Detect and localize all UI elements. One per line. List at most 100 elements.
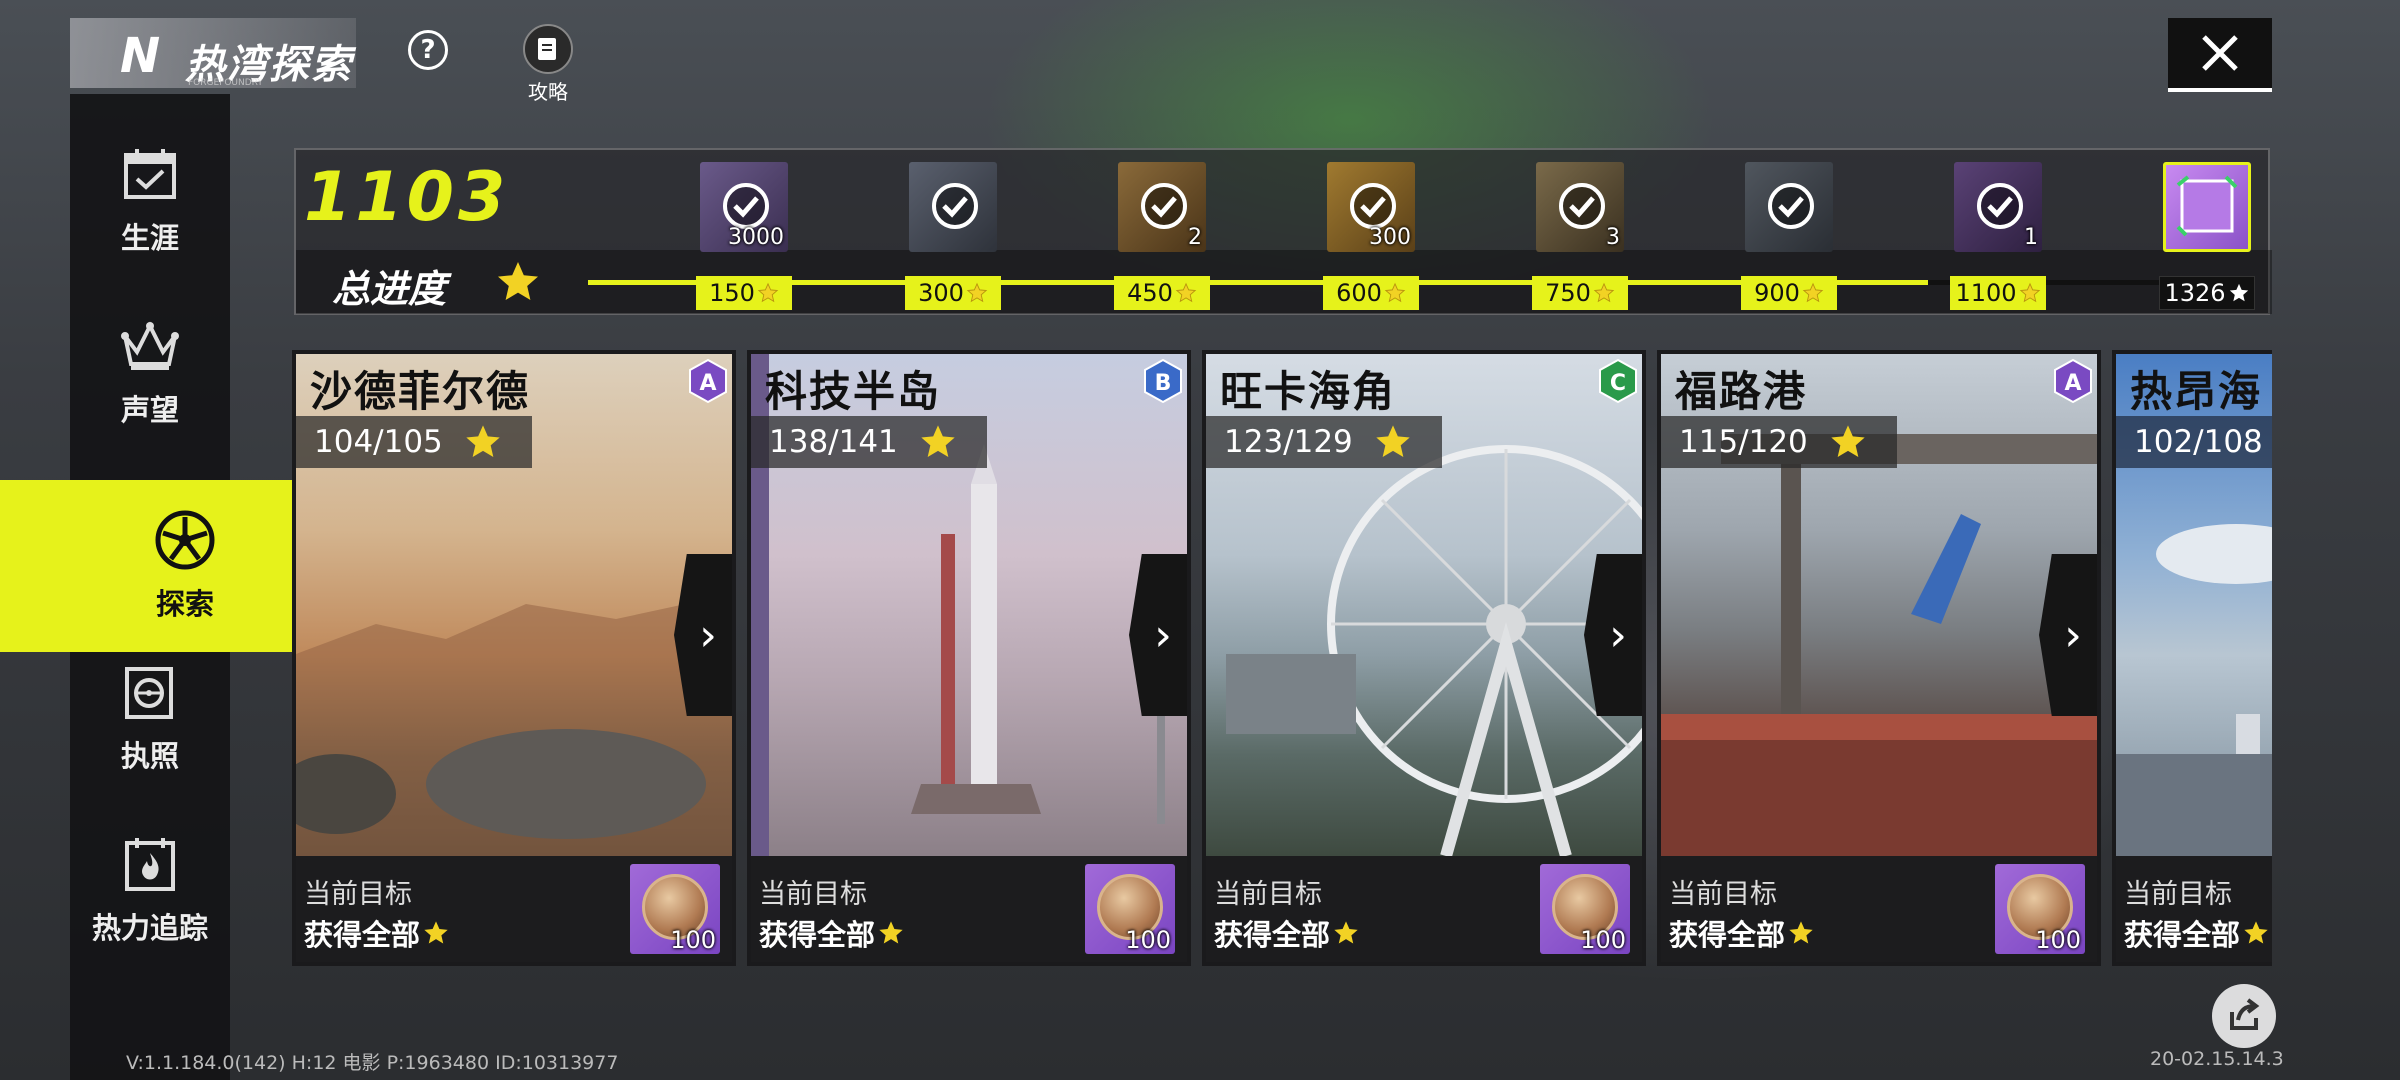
region-goal-panel: 当前目标 获得全部 100: [296, 856, 732, 962]
check-icon: [1768, 183, 1814, 229]
sidebar-item-label: 热力追踪: [91, 911, 208, 945]
reward-icon: 3000: [700, 162, 788, 252]
avatar-frame-icon: [2163, 162, 2251, 252]
build-info: 20-02.15.14.3: [2150, 1048, 2284, 1070]
star-icon: [1384, 282, 1406, 303]
wheel-icon: [154, 509, 216, 571]
sidebar-item-license[interactable]: 执照: [70, 632, 230, 804]
region-progress: 104/105: [296, 416, 532, 468]
region-progress: 102/108: [2116, 416, 2272, 468]
goal-text: 获得全部: [304, 912, 450, 954]
region-progress: 115/120: [1661, 416, 1897, 468]
svg-text:B: B: [1155, 371, 1172, 396]
region-card[interactable]: 沙德菲尔德 A 104/105 › 当前目标 获得全部 100: [292, 350, 736, 966]
star-icon: [1789, 921, 1813, 944]
reward-quantity: 3: [1606, 225, 1620, 250]
goal-reward-quantity: 100: [1580, 926, 1626, 954]
star-icon: [2244, 921, 2268, 944]
chevron-right-icon: ›: [699, 609, 717, 661]
region-goal-panel: 当前目标 获得全部 100: [751, 856, 1187, 962]
goal-text: 获得全部: [759, 912, 905, 954]
region-goal-panel: 当前目标 获得全部 100: [1206, 856, 1642, 962]
region-progress: 138/141: [751, 416, 987, 468]
reward-icon: 300: [1327, 162, 1415, 252]
goal-label: 当前目标: [304, 879, 412, 910]
check-icon: [723, 183, 769, 229]
crown-icon: [119, 315, 181, 377]
star-icon: [879, 921, 903, 944]
region-goal-panel: 当前目标 获得全部: [2116, 856, 2272, 962]
region-progress: 123/129: [1206, 416, 1442, 468]
steering-wheel-icon: [119, 661, 181, 723]
svg-text:C: C: [1610, 371, 1626, 396]
check-icon: [1559, 183, 1605, 229]
class-a-badge-icon: A: [689, 358, 727, 404]
star-icon: [1802, 282, 1824, 303]
region-card[interactable]: 福路港 A 115/120 › 当前目标 获得全部 100: [1657, 350, 2101, 966]
sidebar-item-reputation[interactable]: 声望: [70, 286, 230, 458]
region-title: 沙德菲尔德: [310, 367, 531, 416]
sidebar-item-explore[interactable]: 探索: [0, 480, 300, 652]
reward-quantity: 300: [1369, 225, 1411, 250]
reward-quantity: 1: [2024, 225, 2038, 250]
goal-reward-coin-icon[interactable]: 100: [1995, 864, 2085, 954]
goal-reward-quantity: 100: [2035, 926, 2081, 954]
region-card[interactable]: 旺卡海角 C 123/129 › 当前目标 获得全部 100: [1202, 350, 1646, 966]
star-icon: [1175, 282, 1197, 303]
help-icon[interactable]: ?: [408, 30, 448, 70]
star-icon: [1593, 282, 1615, 303]
sidebar-item-label: 声望: [120, 393, 179, 427]
goal-reward-coin-icon[interactable]: 100: [1540, 864, 1630, 954]
goal-text: 获得全部: [1669, 912, 1815, 954]
milestone-threshold: 750: [1532, 276, 1628, 310]
region-title: 旺卡海角: [1220, 367, 1397, 416]
milestone-reward[interactable]: 300: [905, 162, 1001, 310]
goal-reward-coin-icon[interactable]: 100: [630, 864, 720, 954]
check-icon: [1350, 183, 1396, 229]
check-icon: [1141, 183, 1187, 229]
milestone-reward[interactable]: 1 1100: [1950, 162, 2046, 310]
class-a-badge-icon: A: [2054, 358, 2092, 404]
star-icon: [466, 425, 500, 457]
sidebar-item-label: 生涯: [120, 221, 179, 255]
guide-book-icon: [523, 24, 573, 74]
reward-quantity: 3000: [728, 225, 784, 250]
reward-quantity: 2: [1188, 225, 1202, 250]
star-icon: [1376, 425, 1410, 457]
milestone-reward[interactable]: 300 600: [1323, 162, 1419, 310]
milestone-reward[interactable]: 3 750: [1532, 162, 1628, 310]
star-icon: [2229, 283, 2248, 302]
region-card-list[interactable]: 沙德菲尔德 A 104/105 › 当前目标 获得全部 100 科技半岛 B 1…: [292, 350, 2272, 966]
sidebar-item-heat-tracking[interactable]: 热力追踪: [70, 804, 230, 976]
milestone-threshold: 1326: [2159, 276, 2255, 310]
milestone-threshold: 150: [696, 276, 792, 310]
version-info: V:1.1.184.0(142) H:12 电影 P:1963480 ID:10…: [126, 1052, 619, 1074]
title-banner: N 热湾探索 FORGEFOUNDRY: [70, 18, 356, 88]
reward-icon: 2: [1118, 162, 1206, 252]
region-card[interactable]: 科技半岛 B 138/141 › 当前目标 获得全部 100: [747, 350, 1191, 966]
star-icon: [1334, 921, 1358, 944]
milestone-reward[interactable]: 2 450: [1114, 162, 1210, 310]
goal-reward-coin-icon[interactable]: 100: [1085, 864, 1175, 954]
milestone-reward[interactable]: 3000 150: [696, 162, 792, 310]
milestone-threshold: 600: [1323, 276, 1419, 310]
milestone-reward[interactable]: 900: [1741, 162, 1837, 310]
reward-icon: [909, 162, 997, 252]
region-card[interactable]: 热昂海 102/108 当前目标 获得全部: [2112, 350, 2272, 966]
milestone-reward-final[interactable]: 1326: [2159, 162, 2255, 310]
share-button[interactable]: [2212, 984, 2276, 1048]
sidebar-item-career[interactable]: 生涯: [70, 114, 230, 286]
star-icon: [2019, 282, 2040, 303]
milestone-threshold: 900: [1741, 276, 1837, 310]
goal-label: 当前目标: [759, 879, 867, 910]
milestone-threshold: 1100: [1950, 276, 2046, 310]
class-c-badge-icon: C: [1599, 358, 1637, 404]
star-icon: [1831, 425, 1865, 457]
reward-icon: [1745, 162, 1833, 252]
chevron-right-icon: ›: [1609, 609, 1627, 661]
guide-button[interactable]: 攻略: [520, 24, 576, 105]
total-score: 1103: [304, 158, 510, 237]
reward-icon: 3: [1536, 162, 1624, 252]
close-button[interactable]: [2168, 18, 2272, 92]
star-icon: [921, 425, 955, 457]
